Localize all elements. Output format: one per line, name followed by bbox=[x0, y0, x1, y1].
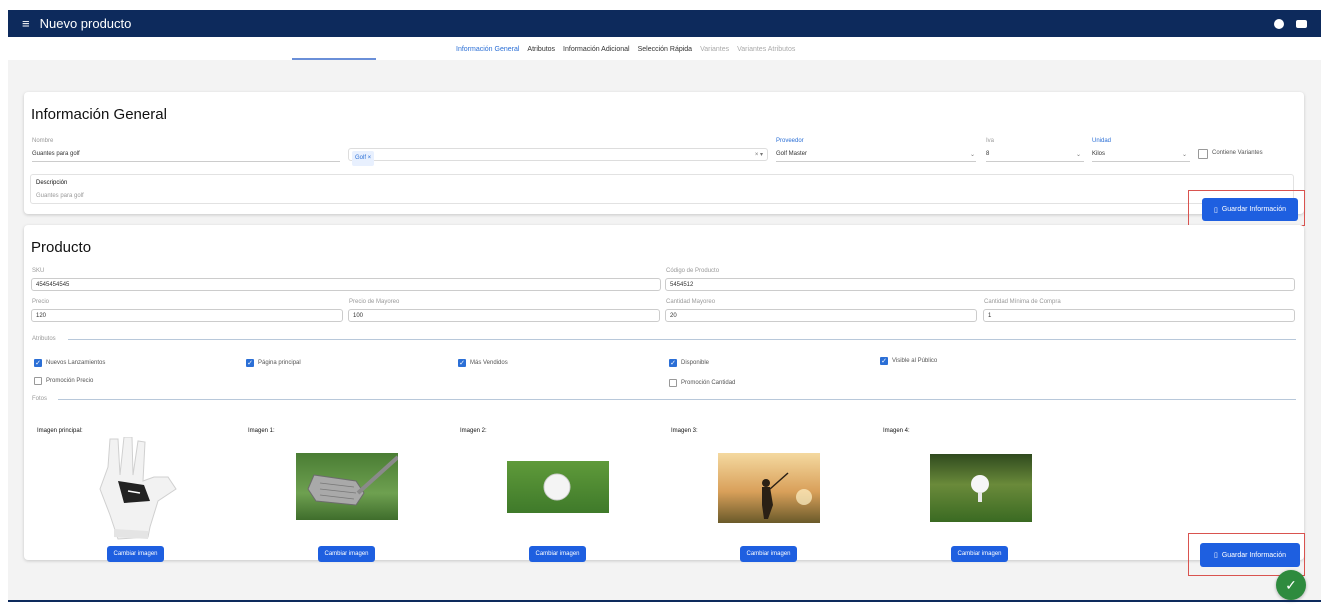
imagen-2-photo bbox=[507, 461, 609, 513]
precio-label: Precio bbox=[32, 299, 50, 305]
promocion-precio-checkbox[interactable] bbox=[34, 377, 42, 385]
tab-bar: Información General Atributos Informació… bbox=[456, 46, 795, 53]
disponible-checkbox[interactable]: ✓ bbox=[669, 359, 677, 367]
check-icon[interactable]: ✓ bbox=[1276, 570, 1306, 600]
promocion-precio-label: Promoción Precio bbox=[46, 378, 94, 384]
descripcion-value: Guantes para golf bbox=[36, 193, 84, 199]
precio-mayoreo-label: Precio de Mayoreo bbox=[349, 299, 400, 305]
mas-vendidos-label: Más Vendidos bbox=[470, 360, 508, 366]
sku-input[interactable]: 4545454545 bbox=[31, 278, 661, 291]
imagen-3-label: Imagen 3: bbox=[671, 428, 698, 434]
iva-label: Iva bbox=[986, 138, 995, 144]
nombre-label: Nombre bbox=[32, 138, 54, 144]
iva-chevron-icon[interactable]: ⌄ bbox=[1076, 151, 1081, 158]
pagina-principal-checkbox[interactable]: ✓ bbox=[246, 359, 254, 367]
codigo-label: Código de Producto bbox=[666, 268, 720, 274]
proveedor-label: Proveedor bbox=[776, 138, 804, 144]
general-info-card: Información General Nombre Guantes para … bbox=[24, 92, 1304, 214]
fotos-divider bbox=[58, 399, 1296, 400]
unidad-label: Unidad bbox=[1092, 138, 1112, 144]
tab-variantes-atributos: Variantes Atributos bbox=[737, 46, 796, 53]
unidad-select[interactable]: Kilos bbox=[1092, 148, 1190, 162]
proveedor-chevron-icon[interactable]: ⌄ bbox=[970, 151, 975, 158]
producto-card: Producto SKU 4545454545 Código de Produc… bbox=[24, 225, 1304, 562]
iva-select[interactable]: 8 bbox=[986, 148, 1084, 162]
categoria-chip[interactable]: Golf × bbox=[352, 151, 375, 166]
atributos-label: Atributos bbox=[32, 336, 56, 342]
visible-publico-checkbox[interactable]: ✓ bbox=[880, 357, 888, 365]
imagen-2-label: Imagen 2: bbox=[460, 428, 487, 434]
nuevos-lanzamientos-checkbox[interactable]: ✓ bbox=[34, 359, 42, 367]
contiene-variantes-checkbox[interactable] bbox=[1198, 149, 1208, 159]
imagen-1-photo bbox=[296, 453, 398, 520]
cambiar-imagen-principal-button[interactable]: Cambiar imagen bbox=[107, 546, 164, 562]
precio-mayoreo-input[interactable]: 100 bbox=[348, 309, 660, 322]
descripcion-field[interactable]: Descripción Guantes para golf bbox=[30, 174, 1294, 204]
codigo-input[interactable]: 5454512 bbox=[665, 278, 1295, 291]
imagen-4-label: Imagen 4: bbox=[883, 428, 910, 434]
general-info-title: Información General bbox=[31, 106, 167, 123]
promocion-cantidad-checkbox[interactable] bbox=[669, 379, 677, 387]
categoria-clear-icon[interactable]: × ▾ bbox=[755, 149, 763, 162]
account-icon[interactable] bbox=[1296, 19, 1307, 28]
cantidad-mayoreo-input[interactable]: 20 bbox=[665, 309, 977, 322]
save-button-top[interactable]: ▯ Guardar Información bbox=[1202, 198, 1298, 221]
cambiar-imagen-1-button[interactable]: Cambiar imagen bbox=[318, 546, 375, 562]
app-bar: ≡ Nuevo producto bbox=[8, 10, 1321, 37]
pagina-principal-label: Página principal bbox=[258, 360, 301, 366]
tab-informacion-general[interactable]: Información General bbox=[456, 46, 519, 53]
imagen-principal-label: Imagen principal: bbox=[37, 428, 83, 434]
cantidad-mayoreo-label: Cantidad Mayoreo bbox=[666, 299, 716, 305]
descripcion-label: Descripción bbox=[36, 180, 68, 186]
cantidad-minima-label: Cantidad Mínima de Compra bbox=[984, 299, 1061, 305]
tab-atributos[interactable]: Atributos bbox=[527, 46, 555, 53]
categoria-select[interactable]: Golf × × ▾ bbox=[348, 148, 768, 166]
save-icon: ▯ bbox=[1213, 206, 1218, 214]
disponible-label: Disponible bbox=[681, 360, 710, 366]
fotos-label: Fotos bbox=[32, 396, 48, 402]
atributos-divider bbox=[68, 339, 1296, 340]
help-icon[interactable] bbox=[1274, 18, 1284, 29]
nombre-input[interactable]: Guantes para golf bbox=[32, 148, 340, 162]
visible-publico-label: Visible al Público bbox=[892, 358, 938, 364]
proveedor-select[interactable]: Golf Master bbox=[776, 148, 976, 162]
contiene-variantes-label: Contiene Variantes bbox=[1212, 150, 1263, 156]
page-title: Nuevo producto bbox=[39, 16, 132, 31]
save-button-bottom[interactable]: ▯ Guardar Información bbox=[1200, 543, 1300, 567]
cambiar-imagen-3-button[interactable]: Cambiar imagen bbox=[740, 546, 797, 562]
bottom-bar bbox=[8, 600, 1321, 602]
cambiar-imagen-2-button[interactable]: Cambiar imagen bbox=[529, 546, 586, 562]
cantidad-minima-input[interactable]: 1 bbox=[983, 309, 1295, 322]
save-icon: ▯ bbox=[1213, 552, 1218, 559]
sku-label: SKU bbox=[32, 268, 45, 274]
nuevos-lanzamientos-label: Nuevos Lanzamientos bbox=[46, 360, 106, 366]
precio-input[interactable]: 120 bbox=[31, 309, 343, 322]
menu-icon[interactable]: ≡ bbox=[22, 16, 30, 31]
unidad-chevron-icon[interactable]: ⌄ bbox=[1182, 151, 1187, 158]
imagen-1-label: Imagen 1: bbox=[248, 428, 275, 434]
tab-seleccion-rapida[interactable]: Selección Rápida bbox=[638, 46, 692, 53]
producto-title: Producto bbox=[31, 239, 92, 256]
tab-variantes: Variantes bbox=[700, 46, 730, 53]
imagen-4-photo bbox=[930, 454, 1032, 522]
imagen-3-photo bbox=[718, 453, 820, 523]
tab-informacion-adicional[interactable]: Información Adicional bbox=[563, 46, 630, 53]
mas-vendidos-checkbox[interactable]: ✓ bbox=[458, 359, 466, 367]
promocion-cantidad-label: Promoción Cantidad bbox=[681, 380, 736, 386]
cambiar-imagen-4-button[interactable]: Cambiar imagen bbox=[951, 546, 1008, 562]
imagen-principal-photo bbox=[88, 437, 180, 541]
